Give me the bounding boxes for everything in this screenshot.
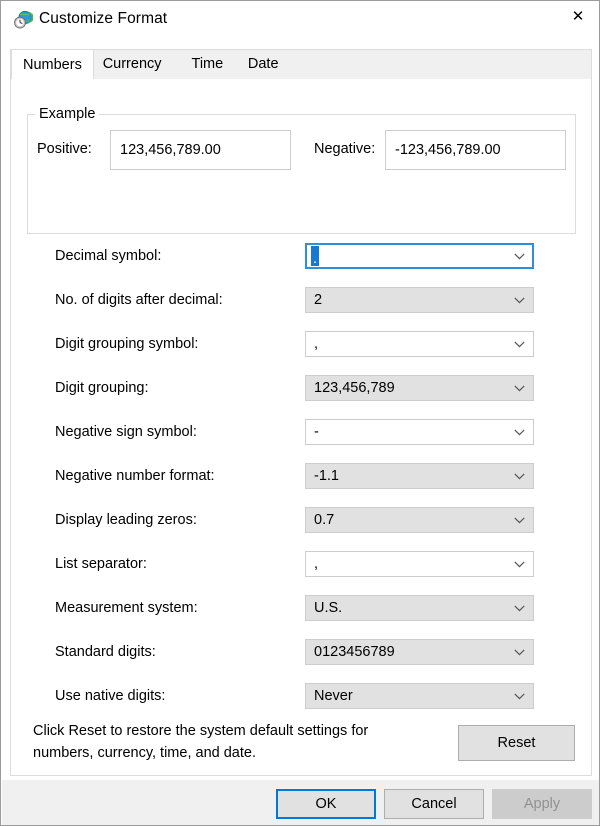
close-icon[interactable]: ✕	[555, 1, 600, 32]
apply-button: Apply	[492, 789, 592, 819]
field-label-7: List separator:	[55, 556, 147, 572]
combobox-5[interactable]: -1.1	[305, 463, 534, 489]
combobox-6[interactable]: 0.7	[305, 507, 534, 533]
chevron-down-icon[interactable]	[512, 332, 526, 356]
combobox-value: -	[314, 420, 507, 444]
positive-example-value: 123,456,789.00	[110, 130, 291, 170]
field-label-2: Digit grouping symbol:	[55, 336, 198, 352]
reset-description-line1: Click Reset to restore the system defaul…	[33, 720, 433, 742]
field-label-4: Negative sign symbol:	[55, 424, 197, 440]
combobox-value: -1.1	[314, 464, 507, 488]
combobox-value: 0.7	[314, 508, 507, 532]
window-title: Customize Format	[39, 10, 167, 28]
tab-numbers[interactable]: Numbers	[11, 49, 94, 80]
negative-example-value: -123,456,789.00	[385, 130, 566, 170]
field-label-5: Negative number format:	[55, 468, 215, 484]
combobox-8[interactable]: U.S.	[305, 595, 534, 621]
chevron-down-icon[interactable]	[512, 420, 526, 444]
title-bar: Customize Format ✕	[1, 1, 600, 39]
combobox-value: ,	[314, 552, 507, 576]
chevron-down-icon[interactable]	[512, 640, 526, 664]
combobox-9[interactable]: 0123456789	[305, 639, 534, 665]
positive-example-label: Positive:	[37, 141, 92, 157]
example-groupbox-label: Example	[35, 106, 99, 122]
ok-button[interactable]: OK	[276, 789, 376, 819]
field-label-1: No. of digits after decimal:	[55, 292, 223, 308]
tab-label: Currency	[103, 56, 162, 72]
chevron-down-icon[interactable]	[512, 596, 526, 620]
tab-strip: Numbers Currency Time Date	[10, 49, 592, 79]
combobox-value: 2	[314, 288, 507, 312]
combobox-4[interactable]: -	[305, 419, 534, 445]
field-label-8: Measurement system:	[55, 600, 198, 616]
combobox-7[interactable]: ,	[305, 551, 534, 577]
chevron-down-icon[interactable]	[512, 552, 526, 576]
combobox-value: ,	[314, 332, 507, 356]
customize-format-dialog: Customize Format ✕ Numbers Currency Time Da…	[0, 0, 600, 826]
combobox-value: Never	[314, 684, 507, 708]
negative-example-label: Negative:	[314, 141, 375, 157]
tab-label: Time	[192, 56, 224, 72]
tab-label: Date	[248, 56, 279, 72]
combobox-2[interactable]: ,	[305, 331, 534, 357]
chevron-down-icon[interactable]	[512, 684, 526, 708]
combobox-value: 0123456789	[314, 640, 507, 664]
numbers-tab-page: Example Positive: 123,456,789.00 Negativ…	[10, 79, 592, 776]
field-label-0: Decimal symbol:	[55, 248, 161, 264]
region-globe-clock-icon	[13, 10, 33, 30]
field-label-3: Digit grouping:	[55, 380, 149, 396]
combobox-3[interactable]: 123,456,789	[305, 375, 534, 401]
example-groupbox: Example Positive: 123,456,789.00 Negativ…	[27, 106, 576, 234]
field-label-10: Use native digits:	[55, 688, 165, 704]
reset-description-line2: numbers, currency, time, and date.	[33, 742, 433, 764]
tab-currency[interactable]: Currency	[92, 49, 173, 79]
chevron-down-icon[interactable]	[512, 464, 526, 488]
tab-label: Numbers	[23, 57, 82, 73]
combobox-10[interactable]: Never	[305, 683, 534, 709]
dialog-button-bar: OK Cancel Apply	[2, 780, 600, 826]
combobox-value: 123,456,789	[314, 376, 507, 400]
tab-time[interactable]: Time	[181, 49, 235, 79]
chevron-down-icon[interactable]	[512, 376, 526, 400]
combobox-1[interactable]: 2	[305, 287, 534, 313]
combobox-0[interactable]: .	[305, 243, 534, 269]
reset-button[interactable]: Reset	[458, 725, 575, 761]
reset-description: Click Reset to restore the system defaul…	[33, 720, 433, 764]
chevron-down-icon[interactable]	[512, 288, 526, 312]
combobox-value: U.S.	[314, 596, 507, 620]
field-label-9: Standard digits:	[55, 644, 156, 660]
tab-date[interactable]: Date	[237, 49, 290, 79]
selected-value-highlight: .	[311, 246, 319, 266]
chevron-down-icon[interactable]	[512, 244, 526, 268]
cancel-button[interactable]: Cancel	[384, 789, 484, 819]
field-label-6: Display leading zeros:	[55, 512, 197, 528]
chevron-down-icon[interactable]	[512, 508, 526, 532]
